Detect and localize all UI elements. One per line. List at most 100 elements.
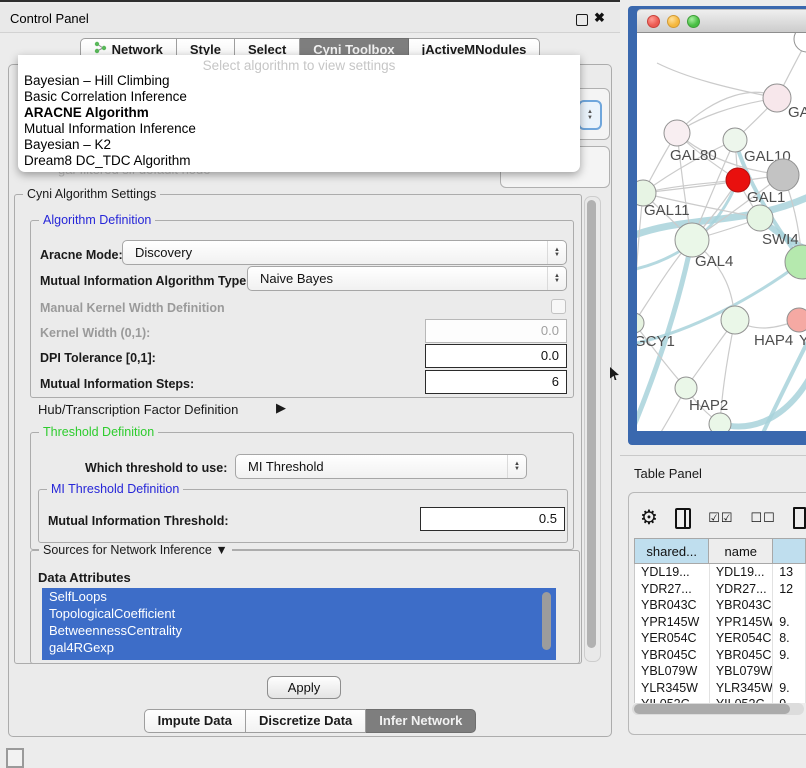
- table-row[interactable]: YPR145WYPR145W9.: [635, 614, 806, 631]
- node-label: Y: [799, 332, 806, 349]
- float-window-icon[interactable]: [576, 14, 588, 26]
- attribute-item[interactable]: TopologicalCoefficient: [42, 605, 556, 622]
- table-cell: YBL079W: [710, 663, 773, 680]
- sources-title: Sources for Network Inference: [43, 543, 212, 557]
- mi-threshold-input[interactable]: 0.5: [420, 507, 565, 531]
- settings-scrollbar-thumb[interactable]: [587, 200, 596, 648]
- table-cell: 9.: [773, 614, 806, 631]
- table-row[interactable]: YER054CYER054C8.: [635, 630, 806, 647]
- table-row[interactable]: YDR27...YDR27...12: [635, 581, 806, 598]
- network-node[interactable]: [794, 33, 806, 52]
- page-icon[interactable]: [793, 507, 806, 529]
- table-row[interactable]: YLR345WYLR345W9.: [635, 680, 806, 697]
- network-node[interactable]: [785, 245, 806, 279]
- tab-impute-data[interactable]: Impute Data: [144, 709, 246, 733]
- gear-icon[interactable]: ⚙: [640, 508, 658, 528]
- table-hscrollbar-thumb[interactable]: [634, 704, 790, 714]
- tab-discretize-data[interactable]: Discretize Data: [246, 709, 366, 733]
- window-minimize-button[interactable]: [667, 15, 680, 28]
- network-edge[interactable]: [637, 193, 643, 323]
- algorithm-option[interactable]: Mutual Information Inference: [18, 121, 580, 137]
- table-cell: 8.: [773, 630, 806, 647]
- table-row[interactable]: YDL19...YDL19...13: [635, 564, 806, 581]
- kernel-width-input[interactable]: 0.0: [425, 319, 567, 343]
- apply-button[interactable]: Apply: [267, 676, 341, 699]
- network-node-hap2[interactable]: [675, 377, 697, 399]
- network-node-gal80[interactable]: [664, 120, 690, 146]
- dpi-tolerance-input[interactable]: 0.0: [425, 344, 567, 368]
- mi-algorithm-type-combo[interactable]: Naive Bayes ▲▼: [247, 266, 567, 291]
- cyni-settings-title: Cyni Algorithm Settings: [23, 187, 160, 201]
- column-header[interactable]: shared...: [634, 538, 709, 564]
- tab-infer-network[interactable]: Infer Network: [366, 709, 476, 733]
- network-node[interactable]: [709, 413, 731, 431]
- deselect-all-checkboxes-icon[interactable]: ☐☐: [751, 510, 776, 526]
- tab-label: Infer Network: [379, 710, 462, 732]
- collapse-arrow-icon[interactable]: ▼: [215, 543, 227, 557]
- node-label: GAL4: [695, 253, 733, 270]
- node-label: SWI4: [762, 231, 799, 248]
- attributes-scrollbar-thumb[interactable]: [542, 592, 551, 650]
- node-label: GCY1: [637, 333, 675, 350]
- table-row[interactable]: YBR045CYBR045C9.: [635, 647, 806, 664]
- mi-steps-input[interactable]: 6: [425, 370, 567, 394]
- table-hscrollbar[interactable]: [632, 703, 804, 715]
- data-attributes-list[interactable]: SelfLoopsTopologicalCoefficientBetweenne…: [42, 588, 556, 660]
- attribute-item[interactable]: SelfLoops: [42, 588, 556, 605]
- expand-arrow-icon[interactable]: ▶: [276, 400, 286, 416]
- table-cell: YPR145W: [710, 614, 773, 631]
- mi-algorithm-type-label: Mutual Information Algorithm Type:: [40, 274, 250, 288]
- network-node-hap4[interactable]: [721, 306, 749, 334]
- close-icon[interactable]: ✖: [594, 10, 605, 26]
- network-node-y[interactable]: [787, 308, 806, 332]
- window-zoom-button[interactable]: [687, 15, 700, 28]
- attribute-item[interactable]: BetweennessCentrality: [42, 622, 556, 639]
- table-cell: YBR045C: [710, 647, 773, 664]
- algorithm-option[interactable]: Basic Correlation Inference: [18, 89, 580, 105]
- hub-section-label[interactable]: Hub/Transcription Factor Definition: [38, 402, 238, 417]
- network-canvas[interactable]: GALGAL80GAL10GAL1GAL11SWI4GAL4GCY1HAP4YH…: [637, 33, 806, 431]
- algorithm-option[interactable]: Bayesian – K2: [18, 137, 580, 153]
- network-edge[interactable]: [677, 98, 777, 133]
- column-header[interactable]: [773, 538, 806, 564]
- select-all-checkboxes-icon[interactable]: ☑☑: [708, 510, 733, 526]
- window-close-button[interactable]: [647, 15, 660, 28]
- table-row[interactable]: YBL079WYBL079W: [635, 663, 806, 680]
- network-node-gal[interactable]: [763, 84, 791, 112]
- network-graph[interactable]: GALGAL80GAL10GAL1GAL11SWI4GAL4GCY1HAP4YH…: [637, 33, 806, 431]
- split-columns-icon[interactable]: [675, 508, 691, 529]
- table-row[interactable]: YIL052CYIL052C9.: [635, 696, 806, 703]
- algorithm-list: Bayesian – Hill ClimbingBasic Correlatio…: [18, 73, 580, 169]
- network-node-gcy1[interactable]: [637, 313, 644, 333]
- algorithm-option[interactable]: ARACNE Algorithm: [18, 105, 580, 121]
- bottom-tabs: Impute Data Discretize Data Infer Network: [0, 709, 620, 733]
- network-node-gal4[interactable]: [675, 223, 709, 257]
- attribute-item[interactable]: gal4RGexp: [42, 639, 556, 656]
- table-cell: YER054C: [710, 630, 773, 647]
- table-cell: 12: [773, 581, 806, 598]
- table-cell: YLR345W: [710, 680, 773, 697]
- network-node[interactable]: [767, 159, 799, 191]
- which-threshold-combo[interactable]: MI Threshold ▲▼: [235, 454, 527, 479]
- dropdown-placeholder: Select algorithm to view settings: [18, 55, 580, 73]
- tab-label: Discretize Data: [259, 710, 352, 732]
- table-cell: YLR345W: [635, 680, 710, 697]
- mi-algorithm-type-value: Naive Bayes: [260, 271, 333, 286]
- data-attributes-label: Data Attributes: [38, 570, 131, 585]
- network-edge[interactable]: [677, 92, 777, 133]
- table-toolbar: ⚙ ☑☑ ☐☐: [640, 502, 806, 534]
- sources-title-wrap: Sources for Network Inference ▼: [39, 543, 232, 557]
- aracne-mode-combo[interactable]: Discovery ▲▼: [122, 240, 567, 265]
- algorithm-option[interactable]: Dream8 DC_TDC Algorithm: [18, 153, 580, 169]
- table-panel-title: Table Panel: [634, 466, 702, 481]
- combo-stepper-focused[interactable]: ▲▼: [578, 100, 602, 130]
- settings-scrollbar[interactable]: [584, 196, 601, 662]
- mi-steps-label: Mutual Information Steps:: [40, 377, 194, 391]
- column-header[interactable]: name: [709, 538, 773, 564]
- network-window-titlebar[interactable]: [637, 9, 806, 33]
- control-panel-title: Control Panel: [10, 11, 89, 26]
- algorithm-option[interactable]: Bayesian – Hill Climbing: [18, 73, 580, 89]
- table-row[interactable]: YBR043CYBR043C: [635, 597, 806, 614]
- network-node-swi4[interactable]: [747, 205, 773, 231]
- manual-kernel-checkbox[interactable]: [551, 299, 566, 314]
